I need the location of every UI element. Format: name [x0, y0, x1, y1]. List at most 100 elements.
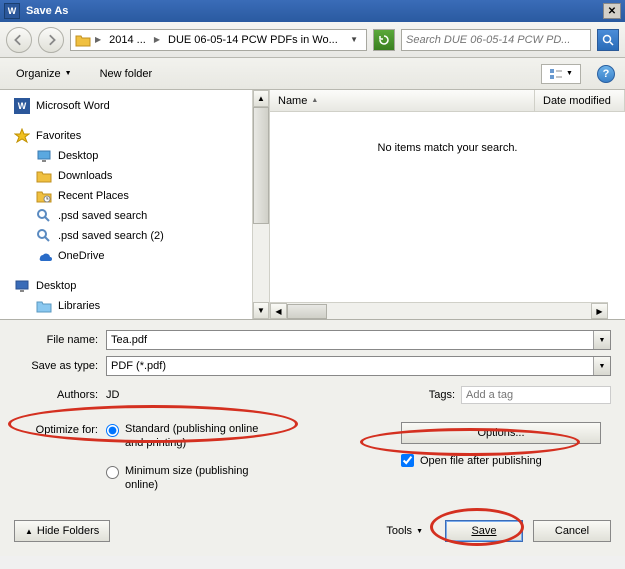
filename-dropdown-icon[interactable]: ▼ [593, 331, 610, 349]
sidebar-item-label: .psd saved search (2) [58, 230, 164, 242]
file-list-body: No items match your search. [270, 112, 625, 319]
titlebar: W Save As ✕ [0, 0, 625, 22]
search-input[interactable] [402, 34, 590, 46]
radio-standard[interactable]: Standard (publishing online and printing… [106, 422, 275, 450]
column-name[interactable]: Name ▲ [270, 90, 535, 111]
sidebar-item[interactable]: WMicrosoft Word [0, 96, 269, 116]
search-box[interactable] [401, 29, 591, 51]
hide-folders-label: Hide Folders [37, 525, 99, 537]
sidebar-item-label: OneDrive [58, 250, 104, 262]
filename-input[interactable] [107, 334, 593, 346]
sidebar-item[interactable]: Downloads [0, 166, 269, 186]
address-bar[interactable]: ▶ 2014 ... ▶ DUE 06-05-14 PCW PDFs in Wo… [70, 29, 367, 51]
back-button[interactable] [6, 27, 32, 53]
filename-combo[interactable]: ▼ [106, 330, 611, 350]
radio-standard-label: Standard (publishing online and printing… [125, 422, 275, 450]
authors-value[interactable]: JD [106, 389, 119, 401]
refresh-button[interactable] [373, 29, 395, 51]
scroll-thumb[interactable] [287, 304, 327, 319]
column-headers: Name ▲ Date modified [270, 90, 625, 112]
breadcrumb-item[interactable]: 2014 ... [105, 34, 150, 46]
help-button[interactable]: ? [597, 65, 615, 83]
search-file-icon [36, 208, 52, 224]
breadcrumb-item[interactable]: DUE 06-05-14 PCW PDFs in Wo... [164, 34, 342, 46]
refresh-icon [378, 34, 390, 46]
type-label: Save as type: [14, 360, 106, 372]
forward-button[interactable] [38, 27, 64, 53]
cancel-button[interactable]: Cancel [533, 520, 611, 542]
sidebar-item[interactable]: Favorites [0, 126, 269, 146]
type-input[interactable] [107, 360, 593, 372]
sidebar-item-label: .psd saved search [58, 210, 147, 222]
empty-message: No items match your search. [378, 142, 518, 154]
arrow-left-icon [13, 34, 25, 46]
desktop-icon [36, 148, 52, 164]
scroll-left-icon[interactable]: ◀ [270, 303, 287, 319]
type-dropdown-icon[interactable]: ▼ [593, 357, 610, 375]
sort-asc-icon: ▲ [311, 97, 318, 104]
sidebar-item[interactable]: Recent Places [0, 186, 269, 206]
new-folder-label: New folder [100, 68, 153, 80]
open-after-input[interactable] [401, 454, 414, 467]
footer: ▲ Hide Folders Tools ▼ Save Cancel [0, 502, 625, 556]
sidebar-scrollbar[interactable]: ▲ ▼ [252, 90, 269, 319]
dropdown-icon: ▼ [65, 70, 72, 77]
hide-folders-button[interactable]: ▲ Hide Folders [14, 520, 110, 542]
radio-standard-input[interactable] [106, 424, 119, 437]
dropdown-icon: ▼ [566, 70, 573, 77]
radio-minimum-input[interactable] [106, 466, 119, 479]
sidebar-item-label: Downloads [58, 170, 112, 182]
navigation-sidebar: WMicrosoft Word Favorites Desktop Downloads… [0, 90, 270, 319]
file-list: Name ▲ Date modified No items match your… [270, 90, 625, 319]
view-button[interactable]: ▼ [541, 64, 581, 84]
sidebar-item-label: Libraries [58, 300, 100, 312]
sidebar-item[interactable]: .psd saved search [0, 206, 269, 226]
save-button[interactable]: Save [445, 520, 523, 542]
type-combo[interactable]: ▼ [106, 356, 611, 376]
scroll-up-icon[interactable]: ▲ [253, 90, 269, 107]
new-folder-button[interactable]: New folder [94, 64, 159, 84]
tags-label: Tags: [429, 389, 461, 401]
navigation-bar: ▶ 2014 ... ▶ DUE 06-05-14 PCW PDFs in Wo… [0, 22, 625, 58]
view-icon [549, 68, 563, 80]
breadcrumb-sep-icon: ▶ [154, 35, 160, 44]
sidebar-item[interactable]: OneDrive [0, 246, 269, 266]
main-pane: WMicrosoft Word Favorites Desktop Downloads… [0, 90, 625, 320]
radio-minimum-label: Minimum size (publishing online) [125, 464, 275, 492]
open-after-label: Open file after publishing [420, 455, 542, 467]
sidebar-item[interactable]: Desktop [0, 146, 269, 166]
scroll-thumb[interactable] [253, 107, 269, 224]
authors-label: Authors: [14, 389, 106, 401]
radio-minimum[interactable]: Minimum size (publishing online) [106, 464, 275, 492]
scroll-right-icon[interactable]: ▶ [591, 303, 608, 319]
optimize-radio-group: Standard (publishing online and printing… [106, 422, 275, 492]
sidebar-item[interactable]: Desktop [0, 276, 269, 296]
window-title: Save As [26, 5, 68, 17]
filename-label: File name: [14, 334, 106, 346]
tags-input[interactable] [461, 386, 611, 404]
search-file-icon [36, 228, 52, 244]
libraries-icon [36, 298, 52, 314]
horizontal-scrollbar[interactable]: ◀ ▶ [270, 302, 608, 319]
address-dropdown-icon[interactable]: ▼ [346, 35, 362, 44]
dropdown-icon: ▼ [416, 528, 423, 535]
sidebar-item-label: Recent Places [58, 190, 129, 202]
tools-menu[interactable]: Tools ▼ [386, 525, 423, 537]
scroll-down-icon[interactable]: ▼ [253, 302, 269, 319]
column-name-label: Name [278, 95, 307, 107]
organize-menu[interactable]: Organize ▼ [10, 64, 78, 84]
arrow-right-icon [45, 34, 57, 46]
sidebar-item[interactable]: Libraries [0, 296, 269, 316]
chevron-up-icon: ▲ [25, 527, 33, 536]
sidebar-item-label: Desktop [58, 150, 98, 162]
tools-label: Tools [386, 525, 412, 537]
desktop-blue-icon [14, 278, 30, 294]
options-button[interactable]: Options... [401, 422, 601, 444]
word-app-icon: W [4, 3, 20, 19]
search-button[interactable] [597, 29, 619, 51]
search-icon [602, 34, 614, 46]
column-date[interactable]: Date modified [535, 90, 625, 111]
close-button[interactable]: ✕ [603, 3, 621, 19]
open-after-checkbox[interactable]: Open file after publishing [401, 454, 611, 467]
sidebar-item[interactable]: .psd saved search (2) [0, 226, 269, 246]
